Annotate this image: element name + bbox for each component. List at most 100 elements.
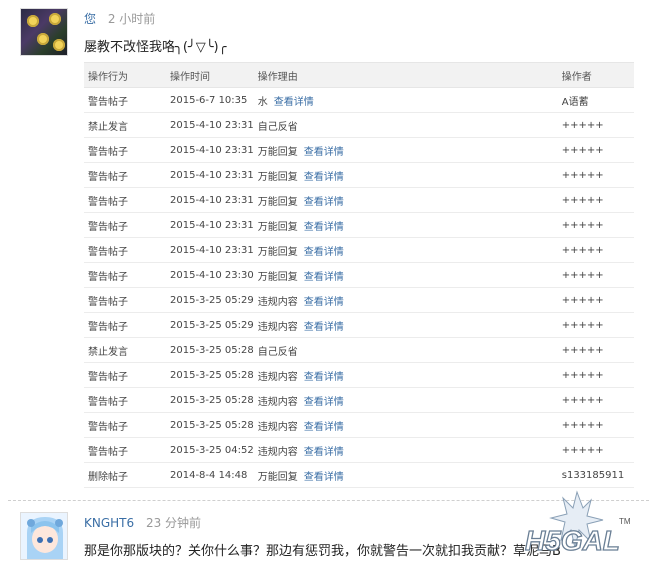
table-row: 警告帖子 2015-4-10 23:31 万能回复 查看详情 +++++ <box>84 212 634 238</box>
cell-time: 2015-4-10 23:31 <box>166 137 254 163</box>
view-details-link[interactable]: 查看详情 <box>304 272 344 283</box>
log-body: 警告帖子 2015-6-7 10:35 水查看详情 A语蓄 禁止发言 2015-4-10 … <box>84 87 634 488</box>
cell-operator[interactable]: +++++ <box>557 212 634 238</box>
reason-text: 万能回复 <box>257 221 298 233</box>
view-details-link[interactable]: 查看详情 <box>304 322 344 333</box>
cell-operator[interactable]: +++++ <box>557 187 634 213</box>
cell-operator[interactable]: +++++ <box>557 362 634 388</box>
cell-action: 警告帖子 <box>84 162 166 188</box>
cell-time: 2015-4-10 23:31 <box>166 187 254 213</box>
header-action: 操作行为 <box>84 62 166 88</box>
view-details-link[interactable]: 查看详情 <box>304 147 344 158</box>
reason-text: 违规内容 <box>257 446 298 458</box>
header-time: 操作时间 <box>166 62 254 88</box>
reason-text: 水 <box>257 96 268 108</box>
cell-time: 2015-4-10 23:31 <box>166 162 254 188</box>
reason-text: 万能回复 <box>257 246 298 258</box>
moderation-log-table: 操作行为 操作时间 操作理由 操作者 警告帖子 2015-6-7 10:35 水查看… <box>84 62 634 488</box>
reason-text: 万能回复 <box>257 196 298 208</box>
view-details-link[interactable]: 查看详情 <box>304 197 344 208</box>
cell-time: 2015-4-10 23:31 <box>166 237 254 263</box>
table-row: 警告帖子 2015-3-25 05:29 违规内容 查看详情 +++++ <box>84 287 634 313</box>
cell-action: 警告帖子 <box>84 212 166 238</box>
table-row: 警告帖子 2015-3-25 05:28 违规内容 查看详情 +++++ <box>84 387 634 413</box>
cell-action: 删除帖子 <box>84 462 166 488</box>
cell-operator[interactable]: A语蓄 <box>557 87 634 113</box>
view-details-link[interactable]: 查看详情 <box>304 247 344 258</box>
post-meta: KNGHT6 23 分钟前 <box>84 514 201 531</box>
author-name[interactable]: KNGHT6 <box>84 516 134 530</box>
reason-text: 违规内容 <box>257 421 298 433</box>
cell-action: 警告帖子 <box>84 262 166 288</box>
avatar[interactable] <box>20 8 68 56</box>
table-row: 禁止发言 2015-4-10 23:31 自己反省 +++++ <box>84 112 634 138</box>
cell-reason: 自己反省 <box>253 112 558 138</box>
cell-action: 警告帖子 <box>84 362 166 388</box>
author-name[interactable]: 您 <box>84 12 96 26</box>
cell-operator[interactable]: s133185911 <box>557 462 634 488</box>
cell-operator[interactable]: +++++ <box>557 337 634 363</box>
post-time: 2 小时前 <box>107 12 156 26</box>
table-row: 警告帖子 2015-3-25 05:28 违规内容 查看详情 +++++ <box>84 362 634 388</box>
cell-time: 2015-4-10 23:31 <box>166 112 254 138</box>
cell-reason: 违规内容 查看详情 <box>253 437 558 463</box>
cell-time: 2015-3-25 05:28 <box>166 337 254 363</box>
table-row: 警告帖子 2015-6-7 10:35 水查看详情 A语蓄 <box>84 87 634 113</box>
post-2: KNGHT6 23 分钟前 那是你那版块的？关你什么事？那边有惩罚我，你就警告一… <box>0 490 657 568</box>
view-details-link[interactable]: 查看详情 <box>304 372 344 383</box>
post-content: 屡教不改怪我咯╮(╯▽╰)╭ <box>84 40 227 55</box>
cell-reason: 违规内容 查看详情 <box>253 362 558 388</box>
cell-time: 2014-8-4 14:48 <box>166 462 254 488</box>
view-details-link[interactable]: 查看详情 <box>304 222 344 233</box>
cell-time: 2015-3-25 04:52 <box>166 437 254 463</box>
reason-text: 万能回复 <box>257 271 298 283</box>
view-details-link[interactable]: 查看详情 <box>304 397 344 408</box>
view-details-link[interactable]: 查看详情 <box>304 422 344 433</box>
cell-reason: 万能回复 查看详情 <box>253 162 558 188</box>
reason-text: 违规内容 <box>257 371 298 383</box>
cell-action: 警告帖子 <box>84 237 166 263</box>
table-row: 警告帖子 2015-3-25 04:52 违规内容 查看详情 +++++ <box>84 437 634 463</box>
post-meta: 您 2 小时前 <box>84 10 155 27</box>
table-row: 警告帖子 2015-3-25 05:29 违规内容 查看详情 +++++ <box>84 312 634 338</box>
post-content: 那是你那版块的？关你什么事？那边有惩罚我，你就警告一次就扣我贡献？草泥马B <box>84 544 561 559</box>
reason-text: 万能回复 <box>257 146 298 158</box>
cell-action: 警告帖子 <box>84 87 166 113</box>
table-row: 警告帖子 2015-4-10 23:31 万能回复 查看详情 +++++ <box>84 187 634 213</box>
cell-operator[interactable]: +++++ <box>557 262 634 288</box>
cell-reason: 水查看详情 <box>253 87 558 113</box>
view-details-link[interactable]: 查看详情 <box>304 172 344 183</box>
cell-operator[interactable]: +++++ <box>557 162 634 188</box>
cell-action: 警告帖子 <box>84 312 166 338</box>
post-1: 您 2 小时前 屡教不改怪我咯╮(╯▽╰)╭ 操作行为 操作时间 操作理由 操作… <box>0 0 657 498</box>
cell-operator[interactable]: +++++ <box>557 237 634 263</box>
table-header-row: 操作行为 操作时间 操作理由 操作者 <box>84 62 634 88</box>
cell-operator[interactable]: +++++ <box>557 412 634 438</box>
view-details-link[interactable]: 查看详情 <box>304 297 344 308</box>
cell-reason: 万能回复 查看详情 <box>253 212 558 238</box>
cell-operator[interactable]: +++++ <box>557 137 634 163</box>
cell-operator[interactable]: +++++ <box>557 287 634 313</box>
reason-text: 违规内容 <box>257 321 298 333</box>
cell-reason: 违规内容 查看详情 <box>253 412 558 438</box>
cell-action: 禁止发言 <box>84 337 166 363</box>
view-details-link[interactable]: 查看详情 <box>274 97 314 108</box>
cell-time: 2015-3-25 05:28 <box>166 412 254 438</box>
cell-operator[interactable]: +++++ <box>557 112 634 138</box>
reason-text: 万能回复 <box>257 171 298 183</box>
cell-reason: 自己反省 <box>253 337 558 363</box>
cell-action: 警告帖子 <box>84 412 166 438</box>
table-row: 删除帖子 2014-8-4 14:48 万能回复 查看详情 s133185911 <box>84 462 634 488</box>
cell-action: 警告帖子 <box>84 137 166 163</box>
watermark-text: H5GAL <box>525 525 620 556</box>
avatar[interactable] <box>20 512 68 560</box>
cell-time: 2015-3-25 05:28 <box>166 387 254 413</box>
cell-reason: 违规内容 查看详情 <box>253 387 558 413</box>
view-details-link[interactable]: 查看详情 <box>304 447 344 458</box>
cell-operator[interactable]: +++++ <box>557 312 634 338</box>
cell-operator[interactable]: +++++ <box>557 437 634 463</box>
cell-time: 2015-4-10 23:31 <box>166 212 254 238</box>
cell-operator[interactable]: +++++ <box>557 387 634 413</box>
cell-action: 警告帖子 <box>84 387 166 413</box>
view-details-link[interactable]: 查看详情 <box>304 472 344 483</box>
